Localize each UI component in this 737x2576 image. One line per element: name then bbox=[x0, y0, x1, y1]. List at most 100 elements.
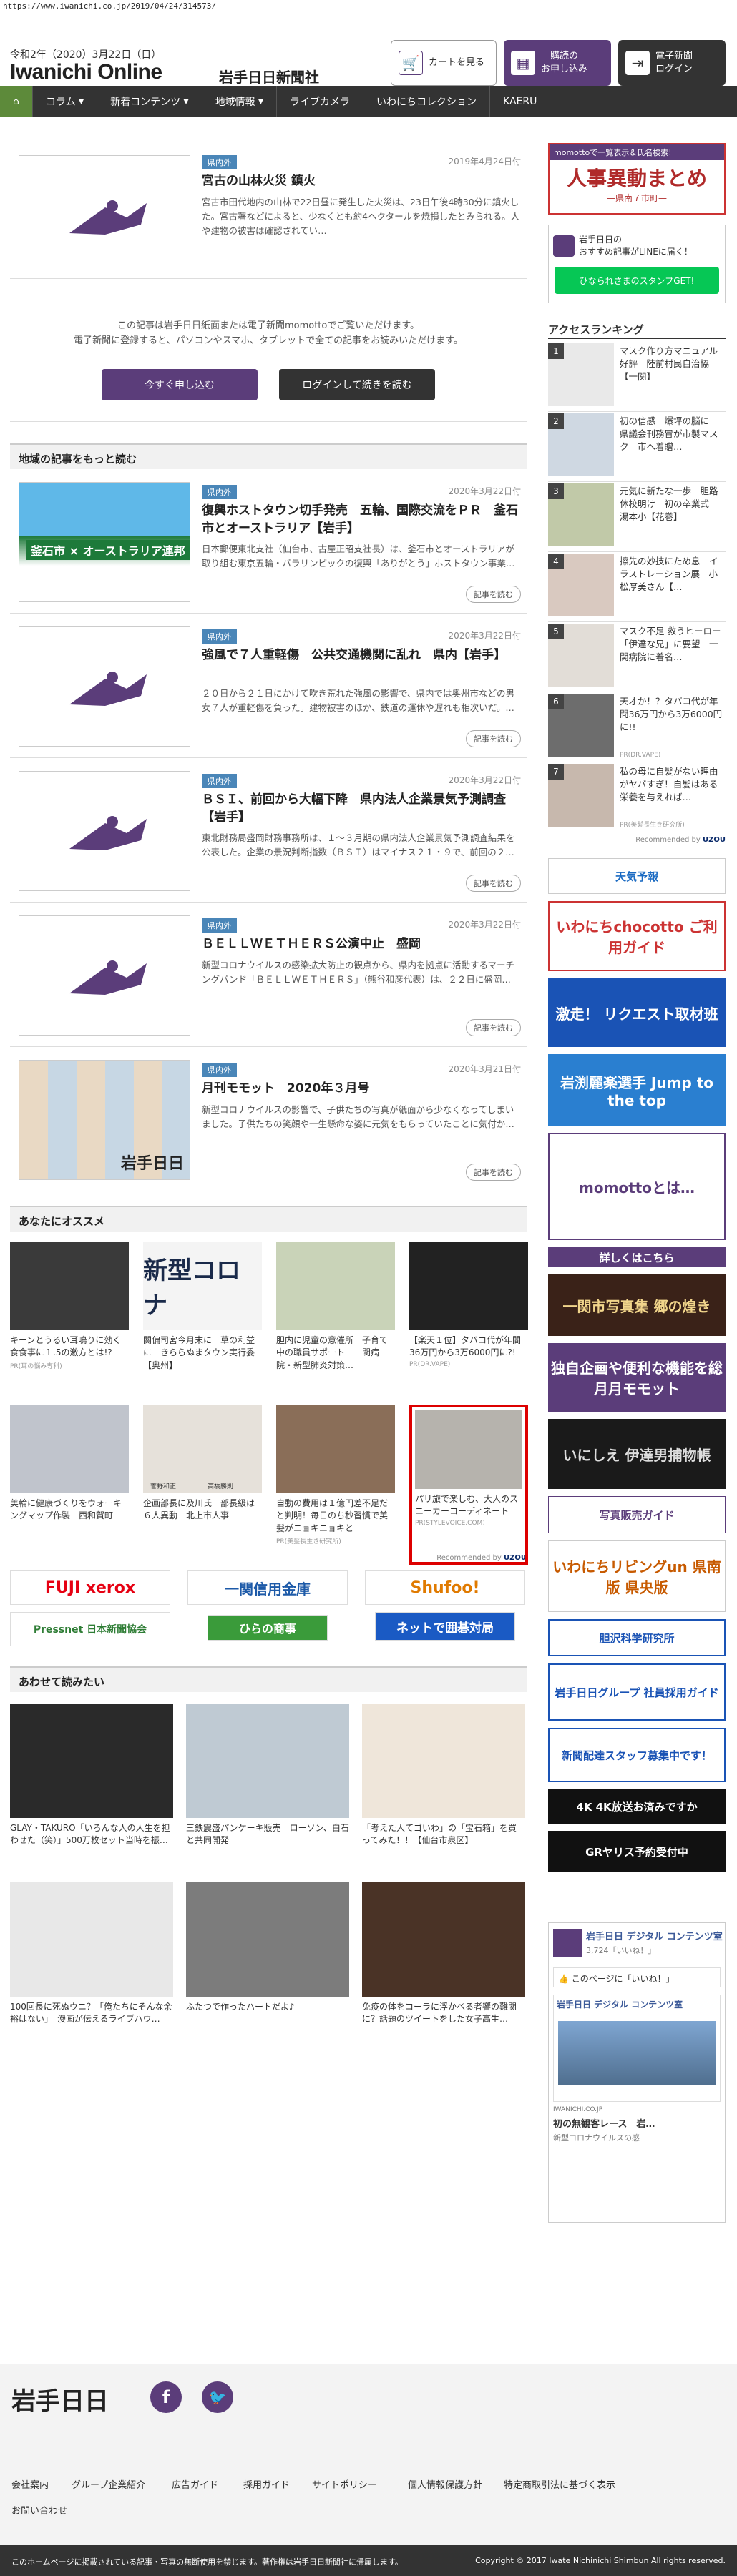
article-body: 新型コロナウイルスの感染拡大防止の観点から、県内を拠点に活動するマーチングバンド… bbox=[202, 960, 515, 985]
also-read-item[interactable]: 100回長に死ぬウニ？「俺たちにそんな余裕はない」 漫画が伝えるライブハウ… bbox=[10, 1882, 173, 2061]
sidebar-banner[interactable]: 写真販売ガイド bbox=[548, 1496, 726, 1533]
sidebar-banner[interactable]: GRヤリス予約受付中 bbox=[548, 1831, 726, 1872]
also-read-grid: GLAY・TAKURO「いろんな人の人生を担わせた（笑）」500万枚セット当時を… bbox=[10, 1692, 527, 2064]
footer-link[interactable]: 特定商取引法に基づく表示 bbox=[504, 2477, 615, 2491]
recommend-item[interactable]: パリ旅で楽しむ、大人のスニーカーコーディネート PR(STYLEVOICE.COM… bbox=[409, 1405, 528, 1565]
line-banner[interactable]: 岩手日日の おすすめ記事がLINEに届く！ ひなられさまのスタンプGET! bbox=[548, 225, 726, 303]
article-thumbnail[interactable] bbox=[19, 626, 190, 747]
local-article[interactable]: 県内外 2020年3月22日付 ＢＥＬＬＷＥＴＨＥＲＳ公演中止 盛岡 新型コロナウイル… bbox=[10, 903, 527, 1047]
ranking-item[interactable]: 5 マスク不足 救うヒーロー「伊達な兄」に要望 一関病院に着名… bbox=[548, 624, 726, 692]
ranking-item[interactable]: 3 元気に新たな一歩 胆路休校明け 初の卒業式 湯本小【花巻】 bbox=[548, 483, 726, 552]
recommend-item[interactable]: 自動の費用は１億円差不足だと判明！毎日のち秒習慣で美髪がニョキニョキと PR(美髪… bbox=[276, 1405, 395, 1565]
nav-item-collection[interactable]: いわにちコレクション bbox=[363, 86, 491, 117]
ranking-item[interactable]: 4 擦先の妙技にため息 イラストレーション展 小松厚美さん【… bbox=[548, 554, 726, 622]
footer-link[interactable]: サイトポリシー bbox=[312, 2477, 377, 2491]
sidebar-banner[interactable]: 一関市写真集 郷の煌き bbox=[548, 1274, 726, 1336]
read-more-button[interactable]: 記事を読む bbox=[466, 875, 521, 892]
sidebar-banner[interactable]: 詳しくはこちら bbox=[548, 1247, 726, 1267]
sponsor-shufoo[interactable]: Shufoo! bbox=[365, 1570, 525, 1605]
article-thumbnail[interactable]: 岩手日日 bbox=[19, 1060, 190, 1180]
ranking-item[interactable]: 2 初の信感 爆坪の脳に 県議会刊務冒が市製マスク 市へ着贈… bbox=[548, 413, 726, 482]
recommend-title: パリ旅で楽しむ、大人のスニーカーコーディネート bbox=[415, 1494, 519, 1517]
fb-page-name[interactable]: 岩手日日 デジタル コンテンツ室 bbox=[586, 1929, 723, 1942]
twitter-icon[interactable]: 🐦 bbox=[202, 2381, 233, 2413]
recommend-item[interactable]: キーンとうるい耳鳴りに効く食食事に１.5の激方とは!? PR(耳の悩み専科) bbox=[10, 1242, 129, 1402]
local-article[interactable]: 県内外 2020年3月22日付 強風で７人重軽傷 公共交通機関に乱れ 県内【岩手】 ２… bbox=[10, 614, 527, 758]
login-continue-button[interactable]: ログインして続きを読む bbox=[279, 369, 435, 400]
cart-button[interactable]: 🛒 カートを見る bbox=[391, 40, 497, 86]
jinji-banner[interactable]: momottoで一覧表示＆氏名検索! 人事異動まとめ —県南７市町— bbox=[548, 143, 726, 215]
local-article[interactable]: 岩手日日 県内外 2020年3月21日付 月刊モモット 2020年３月号 新型コロナウイ… bbox=[10, 1047, 527, 1191]
footer-link[interactable]: お問い合わせ bbox=[11, 2503, 67, 2517]
nav-item-region[interactable]: 地域情報 ▾ bbox=[202, 86, 278, 117]
apply-now-button[interactable]: 今すぐ申し込む bbox=[102, 369, 258, 400]
sponsor-hirano[interactable]: ひらの商事 bbox=[208, 1615, 328, 1641]
ranking-item[interactable]: 6 天才か！？タバコ代が年間36万円から3万6000円に!! PR(DR.VAPE) bbox=[548, 694, 726, 762]
read-more-button[interactable]: 記事を読む bbox=[466, 586, 521, 603]
sidebar-banner[interactable]: 4K 4K放送お済みですか bbox=[548, 1789, 726, 1824]
subscribe-button[interactable]: ▦ 購読の お申し込み bbox=[504, 40, 611, 86]
also-read-item[interactable]: 「考えた人てゴいわ」の「宝石箱」を買ってみた！！【仙台市泉区】 bbox=[362, 1704, 525, 1882]
also-read-title: 「考えた人てゴいわ」の「宝石箱」を買ってみた！！【仙台市泉区】 bbox=[362, 1823, 517, 1846]
nav-item-livecam[interactable]: ライブカメラ bbox=[277, 86, 364, 117]
recommend-item[interactable]: 胆内に児童の意催所 子育て中の職員サポート 一関病院・新型肺炎対策… bbox=[276, 1242, 395, 1402]
read-more-button[interactable]: 記事を読む bbox=[466, 1164, 521, 1181]
footer-logo[interactable]: 岩手日日 bbox=[11, 2381, 109, 2417]
article-thumbnail[interactable] bbox=[19, 155, 190, 275]
also-read-item[interactable]: GLAY・TAKURO「いろんな人の人生を担わせた（笑）」500万枚セット当時を… bbox=[10, 1704, 173, 1882]
footer-link[interactable]: 会社案内 bbox=[11, 2477, 49, 2491]
sidebar-banner[interactable]: 岩渕麗楽選手 Jump to the top bbox=[548, 1054, 726, 1126]
also-read-item[interactable]: 免疫の体をコーラに浮かべる者響の難関に？話題のツイートをした女子高生… bbox=[362, 1882, 525, 2061]
sponsor-ichishin[interactable]: 一関信用金庫 bbox=[187, 1570, 348, 1605]
ranking-item[interactable]: 7 私の母に自髪がない理由がヤバすぎ！自髪はある栄養を与えれば… PR(美髪長生き研… bbox=[548, 764, 726, 832]
sponsor-fujixerox[interactable]: FUJI xerox bbox=[10, 1570, 170, 1605]
facebook-icon[interactable]: f bbox=[150, 2381, 182, 2413]
nav-item-new[interactable]: 新着コンテンツ ▾ bbox=[97, 86, 202, 117]
line-button[interactable]: ひなられさまのスタンプGET! bbox=[555, 267, 719, 294]
also-read-item[interactable]: ふたつで作ったハートだよ♪ bbox=[186, 1882, 349, 2061]
read-more-button[interactable]: 記事を読む bbox=[466, 730, 521, 747]
also-read-item[interactable]: 三鉄震盛パンケーキ販売 ローソン、白石と共同開発 bbox=[186, 1704, 349, 1882]
article-thumbnail[interactable]: 釜石市 × オーストラリア連邦 bbox=[19, 482, 190, 602]
home-icon[interactable]: ⌂ bbox=[0, 86, 33, 117]
recommend-item[interactable]: 菅野和正 高橋勝則 企画部長に及川氏 部長級は６人異動 北上市人事 bbox=[143, 1405, 262, 1565]
sidebar-banner[interactable]: 新聞配達スタッフ募集中です！ bbox=[548, 1728, 726, 1782]
local-article[interactable]: 県内外 2020年3月22日付 ＢＳＩ、前回から大幅下降 県内法人企業景気予測調査【… bbox=[10, 758, 527, 903]
sponsor-pressnet[interactable]: Pressnet 日本新聞協会 bbox=[10, 1612, 170, 1646]
recommend-item[interactable]: 新型コロナ 関偏司宮今月末に 草の利益に きららぬまタウン実行委【奥州】 bbox=[143, 1242, 262, 1402]
sidebar-banner[interactable]: 胆沢科学研究所 bbox=[548, 1619, 726, 1656]
fb-like-box[interactable]: 👍 このページに「いいね！」 bbox=[553, 1967, 721, 1987]
nav-item-column[interactable]: コラム ▾ bbox=[33, 86, 98, 117]
footer-link[interactable]: グループ企業紹介 bbox=[72, 2477, 145, 2491]
sponsor-igo[interactable]: ネットで囲碁対局 bbox=[375, 1612, 515, 1641]
sidebar-banner[interactable]: いわにちリビングun 県南版 県央版 bbox=[548, 1540, 726, 1612]
footer-link[interactable]: 採用ガイド bbox=[243, 2477, 290, 2491]
read-more-button[interactable]: 記事を読む bbox=[466, 1019, 521, 1036]
article-title: 強風で７人重軽傷 公共交通機関に乱れ 県内【岩手】 bbox=[202, 648, 506, 662]
article-thumbnail[interactable] bbox=[19, 915, 190, 1036]
sidebar-banner[interactable]: 独自企画や便利な機能を総月月モモット bbox=[548, 1343, 726, 1412]
recommend-item[interactable]: 【楽天１位】タバコ代が年間36万円から3万6000円に?! PR(DR.VAPE) bbox=[409, 1242, 528, 1402]
footer-link[interactable]: 個人情報保護方針 bbox=[408, 2477, 482, 2491]
momotto-banner-text: momottoで一覧表示＆氏名検索! bbox=[550, 144, 724, 160]
fb-post[interactable]: 岩手日日 デジタル コンテンツ室 bbox=[553, 1995, 721, 2102]
recommend-item[interactable]: 美輪に健康づくりをウォーキングマップ作製 西和賀町 bbox=[10, 1405, 129, 1565]
recommend-pr: PR(DR.VAPE) bbox=[409, 1360, 451, 1368]
recommend-pr: PR(美髪長生き研究所) bbox=[276, 1538, 341, 1546]
recommend-pr: PR(耳の悩み専科) bbox=[10, 1362, 62, 1370]
sidebar-banner[interactable]: 激走！ リクエスト取材班 bbox=[548, 978, 726, 1047]
local-article[interactable]: 釜石市 × オーストラリア連邦 県内外 2020年3月22日付 復興ホストタウン切手発… bbox=[10, 469, 527, 614]
article-thumbnail[interactable] bbox=[19, 771, 190, 891]
nav-item-kaeru[interactable]: KAERU bbox=[490, 86, 551, 117]
sidebar-banner[interactable]: いわにちchocotto ご利用ガイド bbox=[548, 901, 726, 971]
sidebar-banner[interactable]: 天気予報 bbox=[548, 858, 726, 894]
login-button[interactable]: ⇥ 電子新聞 ログイン bbox=[618, 40, 726, 86]
ranking-item[interactable]: 1 マスク作り方マニュアル好評 陸前村民自治協【一関】 bbox=[548, 343, 726, 412]
sidebar-banner[interactable]: momottoとは… bbox=[548, 1133, 726, 1240]
sidebar-banner[interactable]: いにしえ 伊達男捕物帳 bbox=[548, 1419, 726, 1489]
paywall-text-2: 電子新聞に登録すると、パソコンやスマホ、タブレットで全ての記事をお読みいただけま… bbox=[74, 335, 463, 346]
site-logo[interactable]: Iwanichi Online bbox=[10, 60, 162, 84]
sidebar-banner[interactable]: 岩手日日グループ 社員採用ガイド bbox=[548, 1663, 726, 1721]
ranking-title: マスク作り方マニュアル好評 陸前村民自治協【一関】 bbox=[620, 345, 718, 383]
footer-link[interactable]: 広告ガイド bbox=[172, 2477, 218, 2491]
